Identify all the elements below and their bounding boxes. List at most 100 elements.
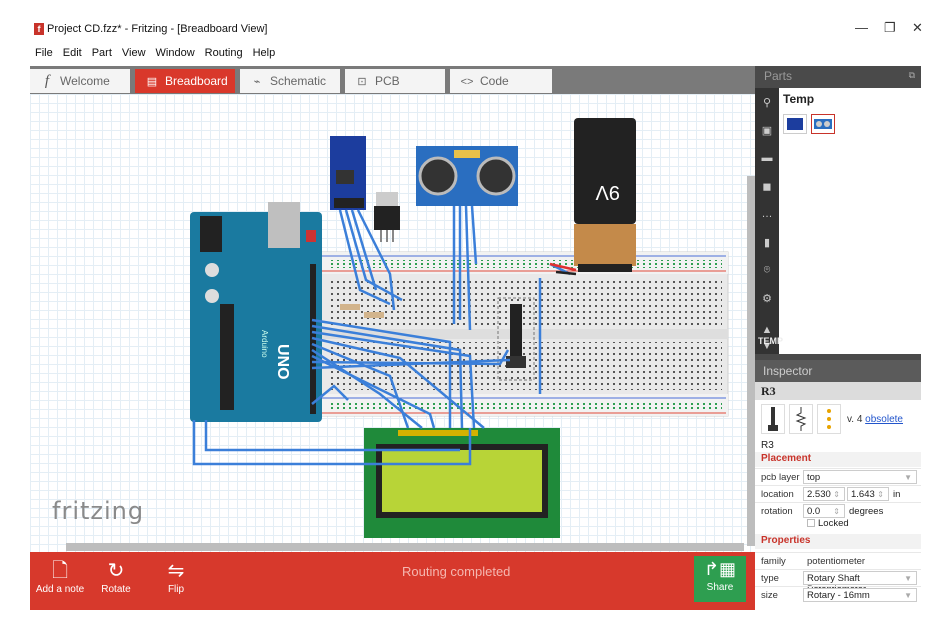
canvas-vertical-scrollbar[interactable] [747,176,755,546]
parts-bin-title: Temp [783,92,815,106]
bottom-toolbar: 🗋 Add a note ↻ Rotate ⇋ Flip Routing com… [30,552,755,610]
esp8266-module[interactable] [330,136,366,210]
tab-schematic[interactable]: ⌁ Schematic [240,69,340,93]
chevron-down-icon: ▼ [904,591,912,600]
circuit-drawing: UNO Arduino 9V [190,118,729,538]
pcb-icon: ⊡ [357,76,367,88]
voltage-regulator[interactable] [374,192,400,242]
location-row: location 2.530 ⇕ 1.643 ⇕ in [755,485,921,502]
tab-welcome[interactable]: f Welcome [30,69,130,93]
rotation-label: rotation [761,506,793,517]
part-thumbnail-esp8266[interactable] [783,114,807,134]
menu-window[interactable]: Window [151,44,200,62]
add-note-label: Add a note [35,584,85,595]
spinner-icon: ⇕ [833,507,840,516]
flip-label: Flip [167,584,185,595]
placement-header: Placement [755,452,921,467]
share-button[interactable]: ↱▦ Share [694,556,746,602]
menu-part[interactable]: Part [87,44,117,62]
menu-file[interactable]: File [30,44,58,62]
tab-label: Schematic [270,74,327,88]
parts-bin-tab-label: TEMP [758,336,784,346]
inspector-title: Inspector [755,360,921,382]
share-icon: ↱▦ [703,559,737,579]
arduino-uno-label: UNO [274,344,291,380]
menu-help[interactable]: Help [248,44,281,62]
window-title: Project CD.fzz* - Fritzing - [Breadboard… [47,23,268,35]
breadboard-image-icon[interactable] [761,404,785,434]
rotate-icon: ↻ [107,560,125,582]
share-label: Share [706,582,734,593]
parts-panel-title: Parts [764,69,793,83]
flip-icon: ⇋ [167,560,185,582]
locked-checkbox[interactable]: Locked [807,518,849,529]
tab-label: Code [480,74,509,88]
fritzing-f-icon: f [44,73,50,89]
type-select[interactable]: Rotary Shaft Potentiometer▼ [803,571,917,595]
menu-bar: File Edit Part View Window Routing Help [30,44,280,62]
pcb-image-icon[interactable] [817,404,841,434]
add-note-button[interactable]: 🗋 Add a note [30,558,90,595]
parts-panel: ⚲ ▣ ▬ ◼ … ▮ ⌾ ⚙ ▲ ▼ Temp TEMP [755,88,921,354]
inspector-panel: Inspector R3 v. 4 obsolete R3 Placement … [755,360,921,610]
rotate-label: Rotate [101,584,131,595]
float-panel-icon[interactable]: ⧉ [909,70,915,81]
mine-parts-icon[interactable]: ▬ [759,152,775,166]
canvas-horizontal-scrollbar[interactable] [66,543,744,551]
inspector-part-name: R3 [755,382,921,400]
resistor[interactable] [340,304,360,310]
tab-code[interactable]: <> Code [450,69,552,93]
family-row: family potentiometer [755,552,921,569]
rotation-row: rotation 0.0 ⇕ degrees [755,502,921,519]
routing-status: Routing completed [402,564,511,579]
search-parts-icon[interactable]: ⚲ [759,96,775,110]
menu-edit[interactable]: Edit [58,44,87,62]
resistor[interactable] [364,312,384,318]
ultrasonic-sensor[interactable] [416,146,518,206]
rotation-input[interactable]: 0.0 ⇕ [803,504,845,518]
minimize-button[interactable]: — [855,20,868,35]
fritzing-app-icon: f [34,23,44,35]
lcd-display[interactable] [364,428,560,538]
checkbox-box[interactable] [807,519,815,528]
pcb-layer-select[interactable]: top ▼ [803,470,917,484]
rotate-button[interactable]: ↻ Rotate [86,558,146,595]
location-unit[interactable]: in [893,489,900,500]
robot-parts-icon[interactable]: ⚙ [759,292,775,306]
spinner-icon: ⇕ [833,490,840,499]
location-x-input[interactable]: 2.530 ⇕ [803,487,845,501]
arduino-uno[interactable]: UNO Arduino [190,202,322,422]
arduino-parts-icon[interactable]: ▮ [759,236,775,250]
type-row: type Rotary Shaft Potentiometer▼ [755,569,921,595]
obsolete-link[interactable]: obsolete [865,414,903,425]
breadboard-canvas[interactable]: UNO Arduino 9V fritzing [30,94,755,552]
pcb-layer-row: pcb layer top ▼ [755,468,921,485]
size-select[interactable]: Rotary - 16mm ▼ [803,588,917,602]
locked-label: Locked [818,518,849,529]
menu-routing[interactable]: Routing [200,44,248,62]
more-parts-icon[interactable]: … [759,208,775,222]
tab-pcb[interactable]: ⊡ PCB [345,69,445,93]
tab-label: Breadboard [165,74,228,88]
pcb-layer-label: pcb layer [761,472,800,483]
title-bar: f Project CD.fzz* - Fritzing - [Breadboa… [0,0,941,42]
contrib-parts-icon[interactable]: ◼ [759,180,775,194]
schematic-image-icon[interactable] [789,404,813,434]
battery-9v[interactable]: 9V [574,118,636,272]
antenna-parts-icon[interactable]: ⌾ [759,264,775,278]
properties-header: Properties [755,534,921,549]
tab-breadboard[interactable]: ▤ Breadboard [135,69,235,93]
schematic-icon: ⌁ [253,76,261,88]
close-button[interactable]: ✕ [912,20,923,36]
flip-button[interactable]: ⇋ Flip [146,558,206,595]
type-label: type [761,573,779,584]
parts-bin-content: Temp [779,88,921,354]
location-y-input[interactable]: 1.643 ⇕ [847,487,889,501]
menu-view[interactable]: View [117,44,151,62]
maximize-button[interactable]: ❐ [884,20,896,36]
note-icon: 🗋 [51,560,69,582]
part-thumbnail-ultrasonic[interactable] [811,114,835,134]
parts-bin-strip: ⚲ ▣ ▬ ◼ … ▮ ⌾ ⚙ ▲ ▼ [755,88,779,354]
core-parts-icon[interactable]: ▣ [759,124,775,138]
size-row: size Rotary - 16mm ▼ [755,586,921,603]
